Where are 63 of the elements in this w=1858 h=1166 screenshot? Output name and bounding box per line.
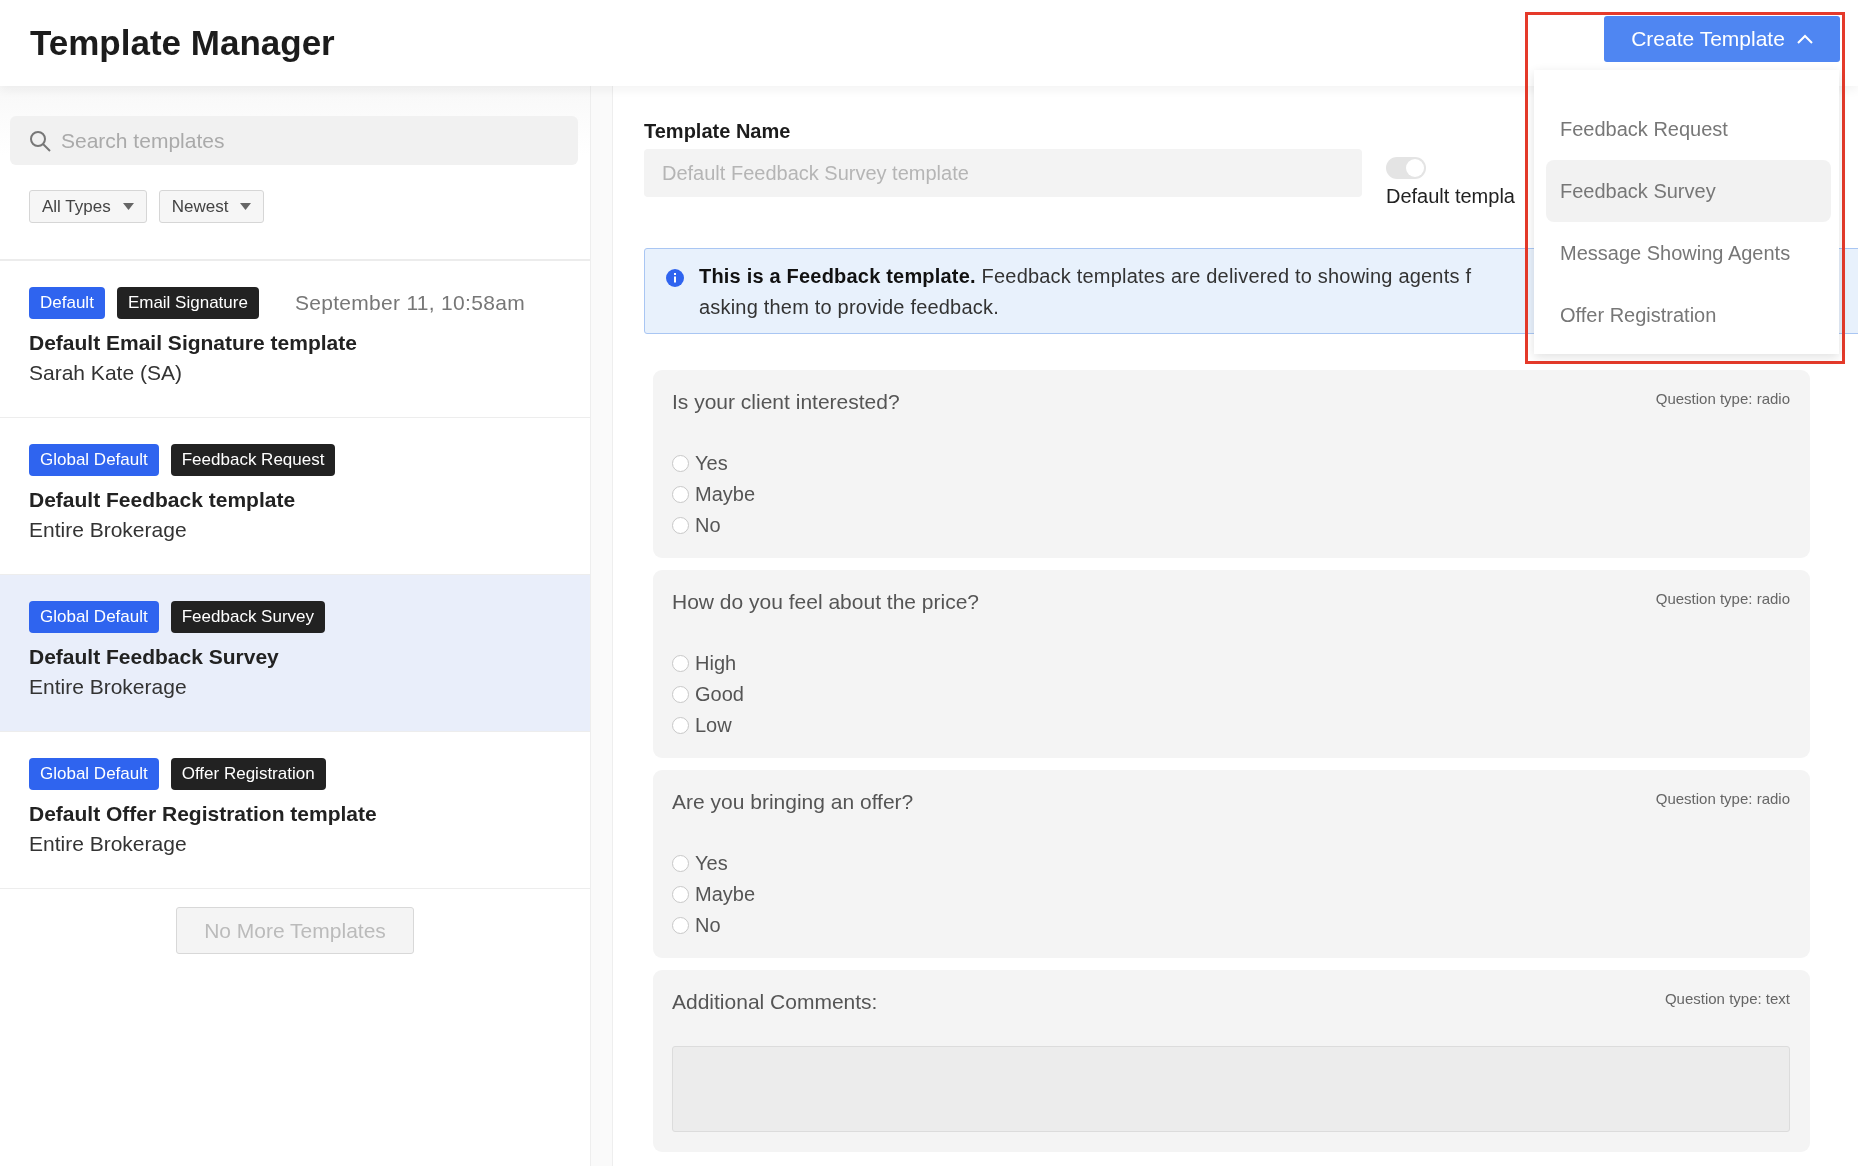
radio-button[interactable] [672,686,689,703]
template-owner: Entire Brokerage [29,675,188,699]
field-label: Template Name [644,120,791,143]
question-text: Is your client interested? [672,390,900,414]
template-name: Default Feedback template [29,488,297,512]
option-label: No [695,514,721,537]
menu-item[interactable]: Offer Registration [1546,284,1831,346]
radio-button[interactable] [672,886,689,903]
option-label: Yes [695,852,728,875]
question-text: Are you bringing an offer? [672,790,914,814]
search-icon [28,129,52,153]
template-owner: Entire Brokerage [29,518,188,542]
type-badge: Offer Registration [170,758,326,790]
radio-button[interactable] [672,517,689,534]
info-text: This is a Feedback template. Feedback templates are delivered to showing agents f [699,265,1472,288]
question-type-label: Question type: radio [1655,790,1790,807]
radio-button[interactable] [672,486,689,503]
option-label: Maybe [695,483,756,506]
option-label: Maybe [695,883,756,906]
filter-dropdown[interactable]: Newest [158,190,265,223]
page-title: Template Manager [30,23,335,63]
menu-item[interactable]: Message Showing Agents [1546,222,1831,284]
radio-button[interactable] [672,917,689,934]
menu-item[interactable]: Feedback Request [1546,98,1831,160]
template-name: Default Email Signature template [29,331,358,355]
menu-item[interactable]: Feedback Survey [1546,160,1831,222]
scope-badge: Global Default [29,601,159,633]
scope-badge: Global Default [29,444,159,476]
question-text: How do you feel about the price? [672,590,980,614]
toggle-label: Default templa [1386,185,1515,208]
scope-badge: Default [29,287,105,319]
caret-icon [122,203,134,210]
scope-badge: Global Default [29,758,159,790]
type-badge: Email Signature [116,287,259,319]
option-label: Yes [695,452,728,475]
question-type-label: Question type: radio [1655,590,1790,607]
chevron-icon [1796,34,1813,44]
info-text: asking them to provide feedback. [699,296,1000,319]
option-label: Low [695,714,732,737]
radio-button[interactable] [672,717,689,734]
radio-button[interactable] [672,455,689,472]
template-name: Default Feedback Survey [29,645,280,669]
option-label: High [695,652,737,675]
option-label: Good [695,683,744,706]
question-type-label: Question type: radio [1655,390,1790,407]
radio-button[interactable] [672,655,689,672]
caret-icon [240,203,252,210]
radio-button[interactable] [672,855,689,872]
create-template-button[interactable]: Create Template [1604,16,1840,62]
template-owner: Entire Brokerage [29,832,188,856]
question-type-label: Question type: text [1664,990,1790,1007]
search-field[interactable]: Search templates [10,116,578,165]
filter-dropdown[interactable]: All Types [29,190,147,223]
info-icon [665,268,685,288]
type-badge: Feedback Request [170,444,336,476]
template-owner: Sarah Kate (SA) [29,361,183,385]
answer-box[interactable] [672,1046,1790,1132]
option-label: No [695,914,721,937]
template-date: September 11, 10:58am [294,291,525,315]
type-badge: Feedback Survey [170,601,326,633]
template-name: Default Offer Registration template [29,802,378,826]
question-text: Additional Comments: [672,990,878,1014]
template-list-item[interactable]: Global Default Feedback Survey Default Feedback Survey Entire Brokerage [0,575,590,732]
